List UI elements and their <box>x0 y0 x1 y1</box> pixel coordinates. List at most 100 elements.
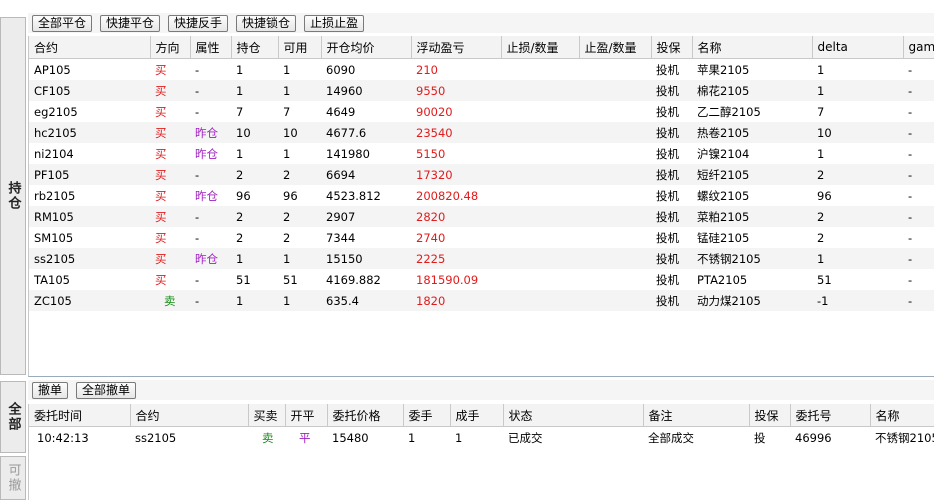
col-order-price[interactable]: 委托价格 <box>327 404 404 427</box>
cell-name: 乙二醇2105 <box>697 104 761 119</box>
quick-close-button[interactable]: 快捷平仓 <box>100 14 161 32</box>
cell-available: 1 <box>283 62 291 77</box>
col-floating-pnl[interactable]: 浮动盈亏 <box>411 36 502 59</box>
orders-table: 委托时间 合约 买卖 开平 委托价格 委手 成手 状态 备注 投保 委托号 名称… <box>29 404 934 448</box>
cell-contract: ni2104 <box>34 146 74 161</box>
cell-order-contract: ss2105 <box>135 430 177 445</box>
cell-avg-price: 14960 <box>321 80 411 101</box>
col-contract[interactable]: 合约 <box>29 36 151 59</box>
col-order-hedge[interactable]: 投保 <box>749 404 791 427</box>
close-all-button[interactable]: 全部平仓 <box>32 14 93 32</box>
cell-available: 2 <box>283 230 291 245</box>
position-row[interactable]: ss2105 买昨仓 1 1 15150 2225 投机 不锈钢2105 1- <box>29 248 934 269</box>
cell-take-profit <box>579 206 651 227</box>
position-row[interactable]: eg2105 买 - 7 7 4649 90020 投机 乙二醇2105 7 - <box>29 101 934 122</box>
cell-floating-pnl: 200820.48 <box>416 188 479 203</box>
cell-holding: 10 <box>231 122 278 143</box>
quick-reverse-button[interactable]: 快捷反手 <box>168 14 229 32</box>
cell-contract: TA105 <box>34 272 70 287</box>
col-order-id[interactable]: 委托号 <box>790 404 871 427</box>
cell-contract: hc2105 <box>29 122 150 143</box>
col-order-time[interactable]: 委托时间 <box>29 404 131 427</box>
cell-available: 1 <box>278 248 321 269</box>
position-row[interactable]: SM105 买 - 2 2 7344 2740 投机 锰硅2105 2 - <box>29 227 934 248</box>
col-attribute[interactable]: 属性 <box>190 36 232 59</box>
col-take-profit[interactable]: 止盈/数量 <box>579 36 652 59</box>
col-stop-loss[interactable]: 止损/数量 <box>501 36 580 59</box>
position-row[interactable]: RM105 买 -2 2 2907 2820 投机 菜粕2105 2- <box>29 206 934 227</box>
cell-holding: 96 <box>236 188 251 203</box>
orders-panel: 委托时间 合约 买卖 开平 委托价格 委手 成手 状态 备注 投保 委托号 名称… <box>28 404 934 500</box>
cell-name: 螺纹2105 <box>697 188 750 203</box>
cell-stop-loss <box>501 80 579 101</box>
cell-gamma: - <box>908 104 913 119</box>
col-order-filled[interactable]: 成手 <box>450 404 504 427</box>
position-row[interactable]: rb2105 买 昨仓 96 96 4523.812 200820.48 投机 螺纹2105 96… <box>29 185 934 206</box>
col-order-open-close[interactable]: 开平 <box>285 404 328 427</box>
position-row[interactable]: ZC105 卖 -1 1 635.4 1820 投机 动力煤2105 -1- <box>29 290 934 311</box>
cell-order-open-close: 平 <box>299 430 311 445</box>
col-order-note[interactable]: 备注 <box>643 404 750 427</box>
cell-gamma: - <box>903 164 934 185</box>
cell-take-profit <box>579 80 651 101</box>
cell-floating-pnl: 5150 <box>416 146 446 161</box>
tab-all-orders[interactable]: 全部 <box>0 381 26 453</box>
cell-hedge: 投机 <box>651 80 692 101</box>
position-row[interactable]: AP105 买 - 1 1 6090 210 投机 苹果2105 1 - <box>29 59 934 81</box>
cell-hedge: 投机 <box>656 104 679 119</box>
cell-attribute: - <box>190 206 231 227</box>
cell-order-time: 10:42:13 <box>37 430 89 445</box>
cell-holding: 2 <box>236 230 244 245</box>
cell-avg-price: 4523.812 <box>326 188 381 203</box>
col-order-qty[interactable]: 委手 <box>403 404 451 427</box>
cell-contract: eg2105 <box>34 104 78 119</box>
cell-direction: 买 <box>150 122 190 143</box>
col-hedge[interactable]: 投保 <box>651 36 693 59</box>
col-gamma[interactable]: gamm <box>903 36 934 59</box>
cell-floating-pnl: 2740 <box>416 230 446 245</box>
cell-stop-loss <box>501 164 579 185</box>
cell-attribute: 昨仓 <box>190 248 231 269</box>
cell-order-hedge: 投 <box>754 430 766 445</box>
cell-available: 1 <box>278 290 321 311</box>
col-name[interactable]: 名称 <box>692 36 813 59</box>
position-row[interactable]: TA105 买 - 51 51 4169.882 181590.09 投机 PTA2105 51 - <box>29 269 934 290</box>
tab-positions[interactable]: 持仓 <box>0 17 26 375</box>
stop-loss-take-profit-button[interactable]: 止损止盈 <box>304 14 365 32</box>
col-order-side[interactable]: 买卖 <box>248 404 286 427</box>
col-delta[interactable]: delta <box>812 36 904 59</box>
col-order-name[interactable]: 名称 <box>870 404 934 427</box>
col-holding[interactable]: 持仓 <box>231 36 279 59</box>
cell-name: 苹果2105 <box>697 62 750 77</box>
cell-direction: 买 <box>155 104 167 119</box>
col-direction[interactable]: 方向 <box>150 36 191 59</box>
cell-order-name: 不锈钢2105 <box>875 430 934 445</box>
col-avg-price[interactable]: 开仓均价 <box>321 36 412 59</box>
cell-direction: 买 <box>155 62 167 77</box>
cell-order-price: 15480 <box>332 430 369 445</box>
cell-holding: 1 <box>231 248 278 269</box>
cancel-order-button[interactable]: 撤单 <box>32 381 69 399</box>
cell-stop-loss <box>501 59 579 81</box>
tab-cancellable-orders[interactable]: 可撤 <box>0 456 26 500</box>
cancel-all-orders-button[interactable]: 全部撤单 <box>76 381 137 399</box>
cell-stop-loss <box>501 122 579 143</box>
quick-lock-button[interactable]: 快捷锁仓 <box>236 14 297 32</box>
cell-attribute: - <box>190 290 231 311</box>
col-order-contract[interactable]: 合约 <box>130 404 249 427</box>
positions-header-row: 合约 方向 属性 持仓 可用 开仓均价 浮动盈亏 止损/数量 止盈/数量 投保 … <box>29 36 934 59</box>
col-available[interactable]: 可用 <box>278 36 322 59</box>
cell-stop-loss <box>501 290 579 311</box>
cell-available: 1 <box>278 80 321 101</box>
position-row[interactable]: CF105 买 -1 1 14960 9550 投机 棉花2105 1- <box>29 80 934 101</box>
cell-name: 动力煤2105 <box>692 290 812 311</box>
order-row[interactable]: 10:42:13 ss2105 卖 平 15480 1 1 已成交 全部成交 投 46996 不锈钢2… <box>29 427 934 449</box>
position-row[interactable]: ni2104 买 昨仓 1 1 141980 5150 投机 沪镍2104 1 - <box>29 143 934 164</box>
cell-avg-price: 7344 <box>326 230 356 245</box>
cell-floating-pnl: 90020 <box>416 104 453 119</box>
cell-available: 10 <box>278 122 321 143</box>
position-row[interactable]: PF105 买 -2 2 6694 17320 投机 短纤2105 2- <box>29 164 934 185</box>
col-order-status[interactable]: 状态 <box>503 404 644 427</box>
cell-order-id: 46996 <box>795 430 832 445</box>
position-row[interactable]: hc2105 买昨仓 10 10 4677.6 23540 投机 热卷2105 10- <box>29 122 934 143</box>
